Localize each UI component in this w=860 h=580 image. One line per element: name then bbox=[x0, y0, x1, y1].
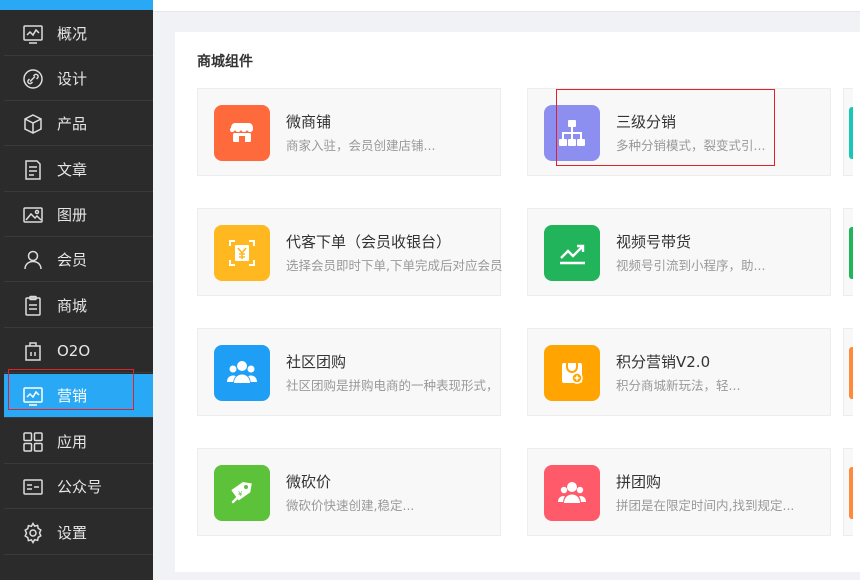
app-card-desc: 视频号引流到小程序，助... bbox=[616, 258, 766, 273]
app-card-name: 代客下单（会员收银台） bbox=[286, 233, 452, 251]
app-card-desc: 积分商城新玩法，轻... bbox=[616, 378, 741, 393]
app-card-group-buy[interactable]: 拼团购 拼团是在限定时间内,找到规定... bbox=[527, 448, 831, 536]
app-card-points-marketing[interactable]: 积分营销V2.0 积分商城新玩法，轻... bbox=[527, 328, 831, 416]
partial-card-accent bbox=[849, 107, 853, 159]
app-card-name: 微砍价 bbox=[286, 473, 332, 491]
sidebar-item-mall[interactable]: 商城 bbox=[4, 284, 153, 328]
image-icon bbox=[22, 204, 44, 226]
svg-text:¥: ¥ bbox=[238, 490, 243, 498]
app-card-name: 三级分销 bbox=[616, 113, 677, 131]
sidebar-item-label: 产品 bbox=[57, 115, 88, 133]
sidebar-item-marketing[interactable]: 营销 bbox=[4, 374, 153, 418]
points-bag-icon bbox=[544, 345, 600, 401]
sidebar-item-o2o[interactable]: O2O bbox=[4, 329, 153, 373]
app-card-desc: 选择会员即时下单,下单完成后对应会员 bbox=[286, 258, 502, 273]
sidebar-item-products[interactable]: 产品 bbox=[4, 102, 153, 146]
app-card-name: 视频号带货 bbox=[616, 233, 692, 251]
panel-title: 商城组件 bbox=[197, 54, 253, 70]
app-card-name: 积分营销V2.0 bbox=[616, 353, 711, 371]
price-tag-icon: ¥ bbox=[214, 465, 270, 521]
sidebar-item-settings[interactable]: 设置 bbox=[4, 511, 153, 555]
document-icon bbox=[22, 159, 44, 181]
sidebar-item-label: 营销 bbox=[57, 387, 88, 405]
sidebar-item-members[interactable]: 会员 bbox=[4, 238, 153, 282]
sidebar-item-label: 公众号 bbox=[57, 478, 103, 496]
sidebar-item-label: 设置 bbox=[57, 524, 88, 542]
app-card-community-group-buy[interactable]: 社区团购 社区团购是拼购电商的一种表现形式， bbox=[197, 328, 501, 416]
app-card-desc: 微砍价快速创建,稳定... bbox=[286, 498, 415, 513]
store-icon bbox=[22, 340, 44, 362]
sidebar-item-label: 会员 bbox=[57, 251, 88, 269]
app-card-name: 社区团购 bbox=[286, 353, 347, 371]
chart-monitor-icon bbox=[22, 23, 44, 45]
box-icon bbox=[22, 113, 44, 135]
yen-scan-icon bbox=[214, 225, 270, 281]
sidebar-item-albums[interactable]: 图册 bbox=[4, 193, 153, 237]
sidebar-item-label: O2O bbox=[57, 341, 91, 360]
sidebar-item-label: 图册 bbox=[57, 206, 88, 224]
sidebar-item-label: 文章 bbox=[57, 161, 88, 179]
app-card-partial[interactable] bbox=[843, 328, 853, 416]
partial-card-accent bbox=[849, 347, 853, 399]
storefront-icon bbox=[214, 105, 270, 161]
app-card-partial[interactable] bbox=[843, 88, 853, 176]
group-people-icon bbox=[214, 345, 270, 401]
chart-monitor-icon bbox=[22, 385, 44, 407]
top-bar bbox=[153, 0, 860, 12]
app-card-partial[interactable] bbox=[843, 448, 853, 536]
user-icon bbox=[22, 249, 44, 271]
app-card-name: 微商铺 bbox=[286, 113, 332, 131]
group-buy-icon bbox=[544, 465, 600, 521]
mall-components-panel: 商城组件 微商铺 商家入驻，会员创建店铺... 三级分销 多种分销模式，裂变式引… bbox=[175, 32, 860, 572]
grid-icon bbox=[22, 431, 44, 453]
sidebar-top-accent bbox=[0, 0, 153, 10]
sidebar-item-design[interactable]: 设计 bbox=[4, 57, 153, 101]
sidebar-item-label: 商城 bbox=[57, 297, 88, 315]
app-card-desc: 商家入驻，会员创建店铺... bbox=[286, 138, 436, 153]
app-card-video-selling[interactable]: 视频号带货 视频号引流到小程序，助... bbox=[527, 208, 831, 296]
app-card-partial[interactable] bbox=[843, 208, 853, 296]
app-card-desc: 拼团是在限定时间内,找到规定... bbox=[616, 498, 795, 513]
org-chart-icon bbox=[544, 105, 600, 161]
partial-card-accent bbox=[849, 467, 853, 519]
sidebar-item-articles[interactable]: 文章 bbox=[4, 148, 153, 192]
app-card-proxy-order[interactable]: 代客下单（会员收银台） 选择会员即时下单,下单完成后对应会员 bbox=[197, 208, 502, 296]
sidebar-item-apps[interactable]: 应用 bbox=[4, 420, 153, 464]
app-card-name: 拼团购 bbox=[616, 473, 662, 491]
id-card-icon bbox=[22, 476, 44, 498]
sidebar-item-label: 应用 bbox=[57, 433, 88, 451]
sidebar-item-label: 概况 bbox=[57, 25, 88, 43]
trend-chart-icon bbox=[544, 225, 600, 281]
app-card-micro-shop[interactable]: 微商铺 商家入驻，会员创建店铺... bbox=[197, 88, 501, 176]
app-card-desc: 社区团购是拼购电商的一种表现形式， bbox=[286, 378, 499, 393]
sidebar-item-overview[interactable]: 概况 bbox=[4, 12, 153, 56]
app-card-three-level-distribution[interactable]: 三级分销 多种分销模式，裂变式引... bbox=[527, 88, 831, 176]
app-card-bargain[interactable]: ¥ 微砍价 微砍价快速创建,稳定... bbox=[197, 448, 501, 536]
app-card-desc: 多种分销模式，裂变式引... bbox=[616, 138, 766, 153]
sidebar-item-label: 设计 bbox=[57, 70, 88, 88]
link-circle-icon bbox=[22, 68, 44, 90]
sidebar: 概况 设计 产品 文章 图册 会员 商城 O2O 营销 应用 公众号 设置 bbox=[0, 0, 153, 580]
sidebar-item-official-account[interactable]: 公众号 bbox=[4, 465, 153, 509]
clipboard-icon bbox=[22, 295, 44, 317]
partial-card-accent bbox=[849, 227, 853, 279]
gear-icon bbox=[22, 521, 44, 544]
